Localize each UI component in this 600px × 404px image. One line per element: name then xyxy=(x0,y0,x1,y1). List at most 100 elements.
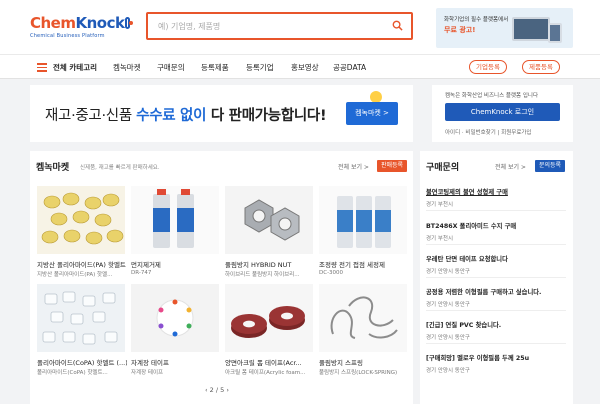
login-button[interactable]: ChemKnock 로그인 xyxy=(445,103,560,121)
company-register-label: 기업등록 xyxy=(476,63,500,71)
search-icon[interactable] xyxy=(392,20,403,31)
product-card[interactable]: 지방산 폴리아마이드(PA) 핫멜트 지방산 폴리아마이드(PA) 핫멜... xyxy=(37,186,127,282)
inquiry-item[interactable]: BT2486X 폴리아미드 수지 구매 경기 부천시 xyxy=(426,221,568,242)
inquiry-view-all-link[interactable]: 전체 보기 > xyxy=(495,162,526,171)
company-register-button[interactable]: 기업등록 xyxy=(469,60,507,74)
ad-banner-text: 화학기업의 필수 플랫폼에서 xyxy=(444,17,509,23)
product-subtitle: 폴리아마이드(CoPA) 핫멜트... xyxy=(37,370,108,376)
promo-headline: 재고·중고·신품 수수료 없이 다 판매가능합니다! xyxy=(45,104,327,125)
nav-item-registered-products[interactable]: 등록제품 xyxy=(201,62,229,73)
divider xyxy=(426,277,566,278)
product-name: 양면아크릴 폼 테이프(Acr... xyxy=(225,359,302,367)
inquiry-item-title: 우레탄 단면 테이프 요청합니다 xyxy=(426,256,508,263)
product-image-spray-cans xyxy=(131,186,219,254)
chemknock-logo[interactable]: Chem Knock Chemical Business Platform xyxy=(30,14,133,43)
inquiry-item-title: [긴급] 연질 PVC 찾습니다. xyxy=(426,322,502,329)
product-image-copa-pellets xyxy=(37,284,125,352)
promo-banner[interactable]: 재고·중고·신품 수수료 없이 다 판매가능합니다! 켐녹마켓 > xyxy=(30,85,413,142)
hamburger-menu-icon[interactable] xyxy=(37,63,47,72)
divider xyxy=(426,210,566,211)
product-image-placeholder xyxy=(131,284,219,352)
divider xyxy=(426,244,566,245)
login-description: 켐녹은 화학산업 비즈니스 플랫폼 입니다 xyxy=(445,93,539,99)
product-name: 풀림방지 HYBRID NUT xyxy=(225,261,292,269)
logo-tagline: Chemical Business Platform xyxy=(30,33,105,39)
phone-illustration xyxy=(548,23,562,43)
product-card[interactable]: 양면아크릴 폼 테이프(Acr... 아크릴 폼 테이프(Acrylic foa… xyxy=(225,284,315,380)
nav-item-registered-companies[interactable]: 등록기업 xyxy=(246,62,274,73)
inquiry-item-title: BT2486X 폴리아미드 수지 구매 xyxy=(426,223,517,230)
inquiry-item[interactable]: [구매희망] 멜로우 이형필름 두께 25u 경기 안양시 동안구 xyxy=(426,353,568,374)
inquiry-item[interactable]: [긴급] 연질 PVC 찾습니다. 경기 안양시 동안구 xyxy=(426,320,568,341)
ad-banner-highlight: 무료 광고! xyxy=(444,26,476,34)
logo-mark-icon xyxy=(125,17,133,29)
sell-register-button[interactable]: 판매등록 xyxy=(377,160,408,172)
product-subtitle: DR-747 xyxy=(131,270,152,276)
chemknock-market-button[interactable]: 켐녹마켓 > xyxy=(346,102,398,125)
inquiry-title: 구매문의 xyxy=(426,163,460,173)
product-name: 먼지제거제 xyxy=(131,261,161,269)
inquiry-item-location: 경기 부천시 xyxy=(426,202,454,208)
product-image-foam-tape xyxy=(225,284,313,352)
logo-chem-text: Chem xyxy=(30,14,76,32)
product-image-contact-cleaner xyxy=(319,186,407,254)
product-subtitle: 아크릴 폼 테이프(Acrylic foam... xyxy=(225,370,306,376)
product-name: 폴리아마이드(CoPA) 핫멜트 (...) xyxy=(37,359,127,367)
laptop-illustration xyxy=(512,17,550,41)
inquiry-item-location: 경기 안양시 동안구 xyxy=(426,335,470,341)
inquiry-item-location: 경기 안양시 동안구 xyxy=(426,302,470,308)
product-card[interactable]: 풀림방지 HYBRID NUT 하이브리드 풀림방지 하이브리... xyxy=(225,186,315,282)
inquiry-item[interactable]: 불연코팅제의 불연 성형제 구매 경기 부천시 xyxy=(426,187,568,208)
main-nav: 전체 카테고리 켐녹마켓 구매문의 등록제품 등록기업 홍보영상 공공DATA … xyxy=(0,54,600,79)
product-subtitle: 하이브리드 풀림방지 하이브리... xyxy=(225,272,300,278)
product-card[interactable]: 자계장 테이프 자계장 테이프 xyxy=(131,284,221,380)
inquiry-item-title: 불연코팅제의 불연 성형제 구매 xyxy=(426,189,508,196)
product-subtitle: 자계장 테이프 xyxy=(131,370,164,376)
logo-wordmark: Chem Knock xyxy=(30,14,133,32)
market-title: 켐녹마켓 xyxy=(36,163,70,173)
nav-all-categories[interactable]: 전체 카테고리 xyxy=(53,62,97,73)
free-ad-banner[interactable]: 화학기업의 필수 플랫폼에서 무료 광고! xyxy=(436,8,573,48)
product-card[interactable]: 폴리아마이드(CoPA) 핫멜트 (...) 폴리아마이드(CoPA) 핫멜트.… xyxy=(37,284,127,380)
inquiry-item-location: 경기 부천시 xyxy=(426,236,454,242)
search-box xyxy=(146,12,413,40)
divider xyxy=(426,343,566,344)
purchase-inquiry-section: 구매문의 전체 보기 > 문의등록 불연코팅제의 불연 성형제 구매 경기 부천… xyxy=(420,151,573,404)
search-input[interactable] xyxy=(148,14,383,38)
product-subtitle: 풀림방지 스프링(LOCK-SPRING) xyxy=(319,370,398,376)
market-subtitle: 신제품, 재고를 빠르게 판매하세요. xyxy=(80,165,160,171)
inquiry-item-location: 경기 안양시 동안구 xyxy=(426,368,470,374)
product-image-lock-spring xyxy=(319,284,407,352)
nav-item-public-data[interactable]: 공공DATA xyxy=(333,62,366,73)
product-name: 조정량 전기 접점 세정제 xyxy=(319,261,385,269)
product-card[interactable]: 조정량 전기 접점 세정제 DC-3000 xyxy=(319,186,409,282)
nav-item-chemknock-market[interactable]: 켐녹마켓 xyxy=(113,62,141,73)
product-image-hybrid-nut xyxy=(225,186,313,254)
account-links[interactable]: 아이디 · 비밀번호찾기 | 회원무료가입 xyxy=(445,128,532,136)
header: ChemKnock Chemical Business Platform 화학기… xyxy=(0,0,600,54)
login-box: 켐녹은 화학산업 비즈니스 플랫폼 입니다 ChemKnock 로그인 아이디 … xyxy=(432,85,573,142)
market-view-all-link[interactable]: 전체 보기 > xyxy=(338,162,369,171)
inquiry-item-title: 공정용 저렴한 이형필름 구매하고 싶습니다. xyxy=(426,289,542,296)
nav-item-purchase-inquiry[interactable]: 구매문의 xyxy=(157,62,185,73)
product-card[interactable]: 풀림방지 스프링 풀림방지 스프링(LOCK-SPRING) xyxy=(319,284,409,380)
divider xyxy=(426,310,566,311)
logo-knock-text: Knock xyxy=(75,14,125,32)
inquiry-item-location: 경기 안양시 동안구 xyxy=(426,269,470,275)
product-name: 지방산 폴리아마이드(PA) 핫멜트 xyxy=(37,261,126,269)
market-pagination[interactable]: ‹ 2 / 5 › xyxy=(205,386,229,394)
product-register-button[interactable]: 제품등록 xyxy=(522,60,560,74)
inquiry-item-title: [구매희망] 멜로우 이형필름 두께 25u xyxy=(426,355,530,362)
product-subtitle: DC-3000 xyxy=(319,270,344,276)
product-name: 풀림방지 스프링 xyxy=(319,359,363,367)
inquiry-register-button[interactable]: 문의등록 xyxy=(535,160,566,172)
inquiry-item[interactable]: 우레탄 단면 테이프 요청합니다 경기 안양시 동안구 xyxy=(426,254,568,275)
nav-item-promo-videos[interactable]: 홍보영상 xyxy=(291,62,319,73)
product-register-label: 제품등록 xyxy=(529,63,553,71)
product-subtitle: 지방산 폴리아마이드(PA) 핫멜... xyxy=(37,272,113,278)
product-image-hotmelt-pellets xyxy=(37,186,125,254)
inquiry-item[interactable]: 공정용 저렴한 이형필름 구매하고 싶습니다. 경기 안양시 동안구 xyxy=(426,287,568,308)
product-card[interactable]: 먼지제거제 DR-747 xyxy=(131,186,221,282)
promo-text-part2: 다 판매가능합니다! xyxy=(206,108,327,124)
promo-text-highlight: 수수료 없이 xyxy=(136,108,207,124)
